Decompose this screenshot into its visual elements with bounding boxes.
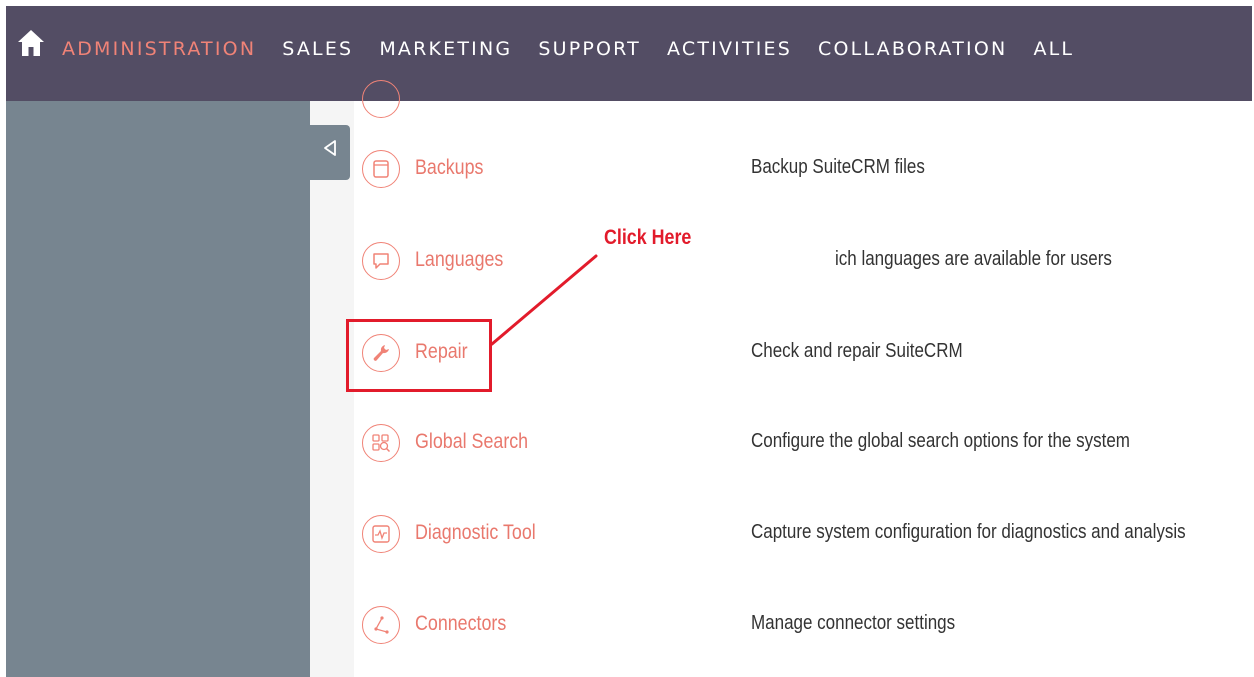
connectors-icon	[362, 606, 400, 644]
connectors-description: Manage connector settings	[751, 612, 956, 634]
admin-row-repair: Repair Check and repair SuiteCRM	[360, 334, 1240, 384]
click-here-annotation: Click Here	[604, 226, 692, 249]
nav-item-activities[interactable]: ACTIVITIES	[667, 38, 792, 60]
speech-bubble-icon	[362, 242, 400, 280]
partial-row-icon	[362, 80, 400, 118]
nav-item-support[interactable]: SUPPORT	[538, 38, 641, 60]
nav-menu: ADMINISTRATION SALES MARKETING SUPPORT A…	[62, 38, 1074, 60]
collapse-triangle-icon	[324, 140, 336, 156]
nav-item-administration[interactable]: ADMINISTRATION	[62, 38, 256, 60]
admin-row-backups: Backups Backup SuiteCRM files	[360, 150, 1240, 200]
nav-item-sales[interactable]: SALES	[282, 38, 353, 60]
home-icon[interactable]	[16, 28, 46, 58]
admin-row-connectors: Connectors Manage connector settings	[360, 606, 1240, 656]
backup-icon	[362, 150, 400, 188]
admin-row-global-search: Global Search Configure the global searc…	[360, 424, 1240, 474]
sidebar	[6, 101, 310, 677]
diagnostic-monitor-icon	[362, 515, 400, 553]
languages-description: ich languages are available for users	[835, 248, 1112, 270]
global-search-icon	[362, 424, 400, 462]
backups-link[interactable]: Backups	[415, 156, 483, 180]
nav-item-marketing[interactable]: MARKETING	[379, 38, 512, 60]
global-search-link[interactable]: Global Search	[415, 430, 528, 454]
admin-row-languages: Languages ich languages are available fo…	[360, 242, 1240, 292]
connectors-link[interactable]: Connectors	[415, 612, 506, 636]
diagnostic-tool-description: Capture system configuration for diagnos…	[751, 521, 1186, 543]
admin-row-diagnostic-tool: Diagnostic Tool Capture system configura…	[360, 515, 1240, 565]
repair-highlight-box	[346, 319, 492, 392]
repair-description: Check and repair SuiteCRM	[751, 340, 963, 362]
languages-link[interactable]: Languages	[415, 248, 503, 272]
global-search-description: Configure the global search options for …	[751, 430, 1130, 452]
top-navbar: ADMINISTRATION SALES MARKETING SUPPORT A…	[6, 6, 1252, 101]
backups-description: Backup SuiteCRM files	[751, 156, 925, 178]
diagnostic-tool-link[interactable]: Diagnostic Tool	[415, 521, 536, 545]
nav-item-all[interactable]: ALL	[1033, 38, 1074, 60]
sidebar-collapse-button[interactable]	[310, 125, 350, 180]
nav-item-collaboration[interactable]: COLLABORATION	[818, 38, 1007, 60]
